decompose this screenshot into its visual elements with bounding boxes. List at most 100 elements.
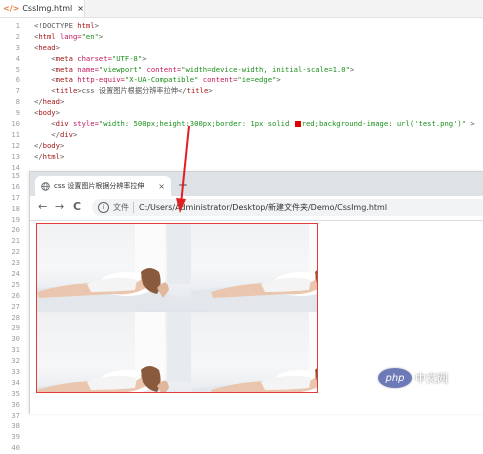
code-token: red;background-image: url('test.png')" <box>301 119 467 129</box>
code-line[interactable]: 10 <div style="width: 500px;height:300px… <box>0 119 483 130</box>
demo-div <box>36 223 318 393</box>
code-token: "en" <box>81 31 99 41</box>
line-number: 22 <box>11 247 20 257</box>
code-token: < <box>34 119 56 129</box>
code-line[interactable]: 13 </html> <box>0 152 483 163</box>
line-number: 1 <box>15 21 20 30</box>
editor-tab-bar: </> CssImg.html × <box>0 0 483 18</box>
line-number: 15 <box>11 171 20 180</box>
code-line[interactable]: 1 <!DOCTYPE html> <box>0 21 483 32</box>
code-token: title <box>186 86 209 96</box>
code-token: > <box>72 129 78 139</box>
close-icon[interactable]: × <box>77 4 84 13</box>
code-text: <!DOCTYPE html> <box>34 21 99 32</box>
back-button[interactable]: ← <box>38 200 47 213</box>
editor-tab-cssimg[interactable]: </> CssImg.html × <box>0 0 85 17</box>
code-token: > <box>55 108 60 118</box>
new-tab-button[interactable]: + <box>178 178 188 192</box>
line-number: 8 <box>15 97 20 107</box>
code-text: </body> <box>34 141 64 152</box>
line-number: 2 <box>15 31 20 41</box>
background-tile-image <box>37 224 191 312</box>
line-number: 12 <box>11 140 20 150</box>
php-watermark: php 中文网 <box>378 368 448 388</box>
line-number: 31 <box>11 345 20 355</box>
code-token: meta <box>55 64 78 74</box>
code-token: < <box>34 86 56 96</box>
code-token: "X-UA-Compatible" <box>124 75 203 85</box>
code-line[interactable]: 4 <meta charset="UTF-8"> <box>0 54 483 65</box>
background-tile-image <box>191 224 317 312</box>
code-line[interactable]: 5 <meta name="viewport" content="width=d… <box>0 65 483 76</box>
code-text: </head> <box>34 97 64 108</box>
code-token: div <box>59 129 73 139</box>
line-number: 7 <box>15 86 20 96</box>
code-line[interactable]: 8 </head> <box>0 97 483 108</box>
code-token: html <box>77 21 95 30</box>
line-number: 34 <box>11 377 20 387</box>
line-number: 27 <box>11 301 20 311</box>
code-token: "viewport" <box>98 64 147 74</box>
reload-button[interactable]: C <box>73 200 81 213</box>
code-line[interactable]: 12 </body> <box>0 141 483 152</box>
code-line[interactable]: 7 <title>css 设置图片根据分辨率拉伸</title> <box>0 86 483 97</box>
code-text: <meta name="viewport" content="width=dev… <box>34 65 354 76</box>
line-number: 29 <box>11 323 20 333</box>
code-text: <meta http-equiv="X-UA-Compatible" conte… <box>34 75 280 86</box>
code-token: < <box>34 64 56 74</box>
code-token: >css 设置图片根据分辨率拉伸</ <box>77 86 187 96</box>
code-token: > <box>208 86 213 96</box>
code-line[interactable]: 11 </div> <box>0 130 483 141</box>
line-number: 21 <box>11 236 20 246</box>
code-text: <title>css 设置图片根据分辨率拉伸</title> <box>34 86 213 97</box>
line-number: 18 <box>11 203 20 213</box>
browser-tab-title: css 设置图片根据分辨率拉伸 <box>54 182 145 190</box>
code-token: "UTF-8" <box>111 53 143 63</box>
code-text: <head> <box>34 43 60 54</box>
code-line[interactable]: 3 <head> <box>0 43 483 54</box>
code-text: <div style="width: 500px;height:300px;bo… <box>34 119 475 130</box>
line-number: 36 <box>11 399 20 409</box>
code-line[interactable]: 6 <meta http-equiv="X-UA-Compatible" con… <box>0 75 483 86</box>
line-number-gutter: 15 16 17 18 19 20 21 22 23 24 25 26 27 28 29 30 31 32 33 34… <box>0 171 28 454</box>
line-number: 11 <box>11 129 20 139</box>
code-text: <meta charset="UTF-8"> <box>34 53 146 65</box>
line-number: 33 <box>11 367 20 377</box>
code-token: html <box>38 31 60 41</box>
info-icon[interactable]: i <box>98 202 109 213</box>
code-token: > <box>59 151 65 161</box>
code-token: <!DOCTYPE <box>34 21 78 30</box>
code-token: > <box>466 119 475 129</box>
line-number: 37 <box>11 410 20 420</box>
address-separator <box>133 202 134 213</box>
url-text[interactable]: C:/Users/Administrator/Desktop/新建文件夹/Dem… <box>139 202 387 213</box>
code-text: <html lang="en"> <box>34 32 103 43</box>
forward-button[interactable]: → <box>55 200 64 213</box>
code-token: name= <box>77 64 99 74</box>
line-number: 13 <box>11 151 20 161</box>
code-token: content= <box>146 64 182 74</box>
code-token: > <box>55 42 60 52</box>
code-line[interactable]: 2 <html lang="en"> <box>0 32 483 43</box>
code-text: </html> <box>34 152 64 163</box>
line-number: 10 <box>11 119 20 129</box>
code-token: http-equiv= <box>77 75 125 85</box>
close-tab-icon[interactable]: × <box>158 182 165 191</box>
code-token: > <box>349 64 355 74</box>
line-number: 4 <box>15 53 20 63</box>
code-token: > <box>59 140 65 150</box>
code-token: "width: 500px;height:300px;border: 1px s… <box>98 119 294 129</box>
browser-tab[interactable]: css 设置图片根据分辨率拉伸 × <box>35 176 171 196</box>
code-token: > <box>94 21 99 30</box>
line-number: 16 <box>11 181 20 191</box>
html-file-icon: </> <box>3 4 20 13</box>
code-token: head <box>42 97 60 107</box>
line-number: 24 <box>11 269 20 279</box>
code-token: > <box>98 31 104 41</box>
code-token: "width=device-width, initial-scale=1.0" <box>181 64 350 74</box>
line-number: 17 <box>11 192 20 202</box>
code-editor[interactable]: 1 <!DOCTYPE html> 2 <html lang="en"> 3 <head>… <box>0 21 483 173</box>
php-logo: php <box>378 368 412 388</box>
code-line[interactable]: 9 <body> <box>0 108 483 119</box>
address-bar[interactable]: i 文件 C:/Users/Administrator/Desktop/新建文件… <box>92 199 483 216</box>
